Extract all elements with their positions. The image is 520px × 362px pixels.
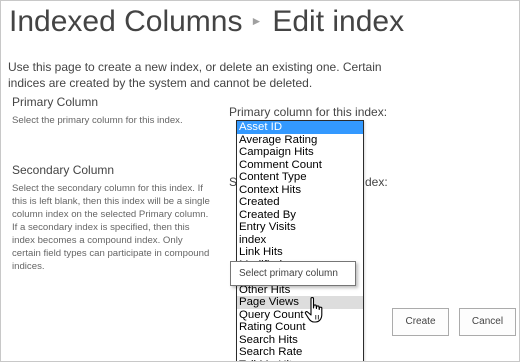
listbox-option[interactable]: Comment Count (237, 159, 363, 172)
cancel-button[interactable]: Cancel (459, 308, 516, 336)
listbox-option[interactable]: Average Rating (237, 134, 363, 147)
breadcrumb-page: Edit index (272, 5, 405, 38)
intro-text: Use this page to create a new index, or … (8, 60, 382, 90)
listbox-option[interactable]: Context Hits (237, 184, 363, 197)
breadcrumb-arrow-icon: ► (250, 14, 263, 29)
page-frame: Indexed Columns ► Edit index Use this page… (0, 0, 520, 362)
listbox-option[interactable]: Asset ID (237, 121, 363, 134)
listbox-option[interactable]: Created By (237, 209, 363, 222)
secondary-section-description: Select the secondary column for this ind… (12, 183, 210, 272)
listbox-option[interactable]: Content Type (237, 171, 363, 184)
listbox-option[interactable]: Created (237, 196, 363, 209)
listbox-option[interactable]: Search Hits (237, 334, 363, 347)
primary-column-label: Primary column for this index: (229, 105, 388, 119)
primary-column-listbox[interactable]: Asset ID Average Rating Campaign Hits Comme… (236, 120, 364, 362)
tooltip: Select primary column (230, 261, 356, 286)
hand-pointer-icon (304, 296, 323, 323)
listbox-option[interactable]: Query Count (237, 309, 363, 322)
listbox-option[interactable]: Entry Visits (237, 221, 363, 234)
breadcrumb-site[interactable]: Indexed Columns (9, 5, 242, 38)
primary-section-title: Primary Column (12, 95, 99, 109)
primary-section-description: Select the primary column for this index… (12, 115, 183, 126)
listbox-option[interactable]: Rating Count (237, 321, 363, 334)
listbox-option[interactable]: Page Views (237, 296, 363, 309)
secondary-section-title: Secondary Column (12, 163, 115, 177)
secondary-column-label-end: dex: (365, 175, 388, 189)
listbox-option[interactable]: index (237, 234, 363, 247)
listbox-option[interactable]: Link Hits (237, 246, 363, 259)
listbox-option[interactable]: Campaign Hits (237, 146, 363, 159)
listbox-option[interactable]: Tell Me Hits (237, 359, 363, 362)
listbox-option[interactable]: Search Rate (237, 346, 363, 359)
create-button[interactable]: Create (392, 308, 449, 336)
page-title: Indexed Columns ► Edit index (9, 5, 404, 39)
